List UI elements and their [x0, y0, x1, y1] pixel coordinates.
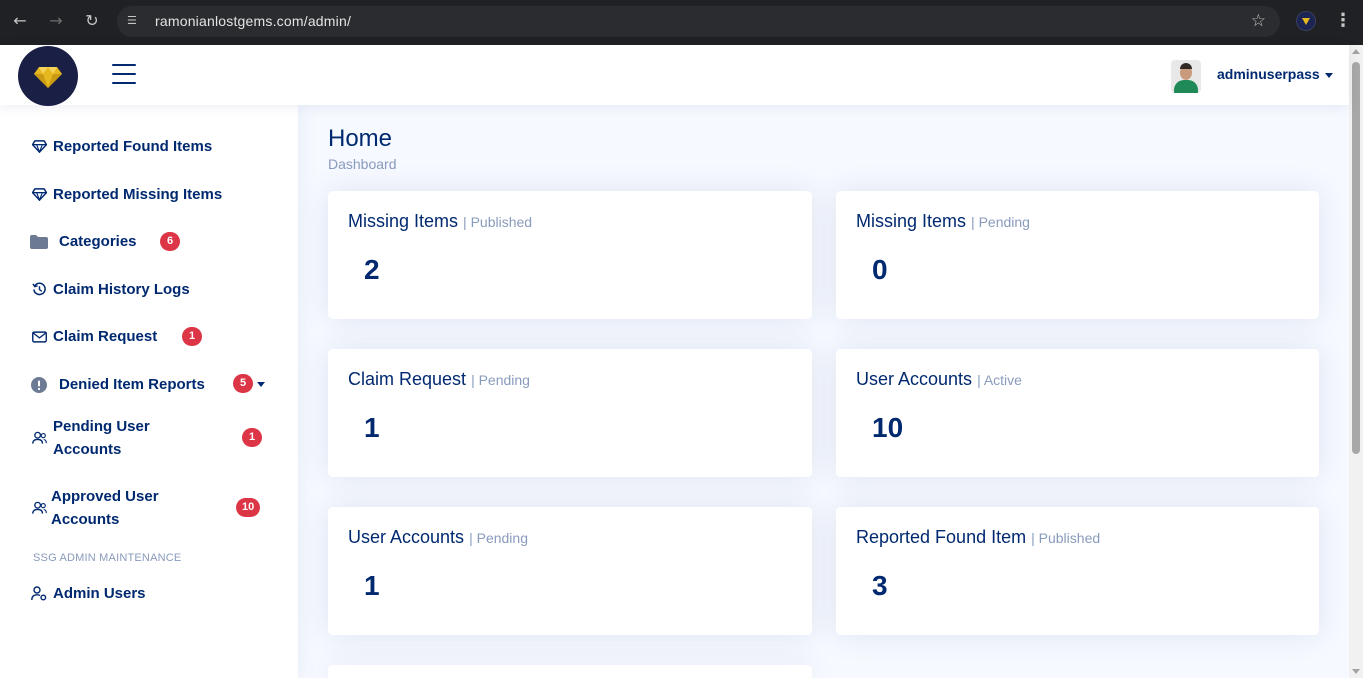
card-value: 0 — [872, 254, 888, 285]
claim-request-count-badge: 1 — [182, 327, 202, 346]
stat-card-accounts-pending[interactable]: User Accounts | Pending 1 — [328, 507, 812, 635]
card-title: Missing Items | Published — [348, 211, 532, 232]
address-bar[interactable]: ☰ ramonianlostgems.com/admin/ ☆ — [117, 6, 1280, 37]
sidebar-item-claim-request[interactable]: Claim Request — [30, 325, 157, 348]
card-title: Reported Found Item | Published — [856, 527, 1100, 548]
stat-card-claim-pending[interactable]: Claim Request | Pending 1 — [328, 349, 812, 477]
stat-card-missing-pending[interactable]: Missing Items | Pending 0 — [836, 191, 1319, 319]
card-title-text: Missing Items — [856, 211, 967, 231]
sidebar-item-claim-history-logs[interactable]: Claim History Logs — [30, 278, 190, 301]
scroll-down-icon[interactable] — [1352, 669, 1360, 674]
gem-icon — [30, 186, 48, 204]
person-gear-icon — [30, 585, 48, 603]
people-icon — [30, 429, 48, 447]
sidebar-item-label: Reported Missing Items — [53, 186, 223, 203]
browser-menu-icon[interactable]: ⋮ — [1334, 10, 1352, 32]
sidebar-item-approved-user-accounts[interactable]: Approved User Accounts — [30, 485, 191, 531]
card-subtitle: | Published — [1031, 530, 1101, 546]
card-title: Claim Request | Pending — [348, 369, 530, 390]
sidebar-section-heading: SSG ADMIN MAINTENANCE — [33, 552, 182, 564]
sidebar: Reported Found Items Reported Missing It… — [0, 105, 298, 678]
sidebar-item-label: Pending User Accounts — [53, 418, 150, 458]
sidebar-item-label: Claim Request — [53, 328, 158, 345]
chevron-down-icon[interactable] — [257, 382, 265, 387]
site-settings-icon[interactable]: ☰ — [127, 14, 143, 29]
bookmark-star-icon[interactable]: ☆ — [1251, 11, 1266, 31]
card-title: User Accounts | Active — [856, 369, 1022, 390]
categories-count-badge: 6 — [160, 232, 180, 251]
avatar[interactable] — [1171, 60, 1201, 93]
people-icon — [30, 499, 48, 517]
card-subtitle: | Pending — [469, 530, 528, 546]
reload-icon[interactable]: ↻ — [81, 10, 103, 32]
sidebar-item-reported-found-items[interactable]: Reported Found Items — [30, 135, 212, 158]
stat-card-partial[interactable] — [328, 665, 812, 678]
sidebar-item-pending-user-accounts[interactable]: Pending User Accounts — [30, 415, 193, 461]
gem-icon — [30, 138, 48, 156]
stat-card-missing-published[interactable]: Missing Items | Published 2 — [328, 191, 812, 319]
folder-icon — [30, 233, 48, 251]
sidebar-item-label: Claim History Logs — [53, 281, 190, 298]
card-title-text: Reported Found Item — [856, 527, 1027, 547]
stat-card-accounts-active[interactable]: User Accounts | Active 10 — [836, 349, 1319, 477]
scroll-up-icon[interactable] — [1352, 49, 1360, 54]
card-title-text: User Accounts — [348, 527, 465, 547]
sidebar-item-categories[interactable]: Categories — [30, 230, 137, 253]
user-dropdown-caret-icon[interactable] — [1325, 73, 1333, 78]
sidebar-item-label: Reported Found Items — [53, 138, 213, 155]
page-title: Home — [328, 125, 393, 152]
url-text[interactable]: ramonianlostgems.com/admin/ — [155, 13, 351, 29]
card-value: 1 — [364, 570, 380, 601]
forward-icon[interactable]: → — [45, 10, 67, 32]
card-value: 1 — [364, 412, 380, 443]
card-subtitle: | Pending — [971, 214, 1030, 230]
extension-icon[interactable] — [1296, 11, 1316, 31]
history-icon — [30, 281, 48, 299]
logo[interactable] — [18, 46, 78, 106]
denied-reports-count-badge: 5 — [233, 374, 253, 393]
sidebar-item-label: Denied Item Reports — [59, 376, 205, 393]
scroll-thumb[interactable] — [1352, 62, 1360, 454]
sidebar-toggle-icon[interactable] — [112, 64, 136, 86]
stat-card-found-published[interactable]: Reported Found Item | Published 3 — [836, 507, 1319, 635]
pending-accounts-count-badge: 1 — [242, 428, 262, 447]
card-value: 2 — [364, 254, 380, 285]
card-title-text: User Accounts — [856, 369, 973, 389]
breadcrumb[interactable]: Dashboard — [328, 156, 397, 172]
card-title: User Accounts | Pending — [348, 527, 528, 548]
back-icon[interactable]: ← — [9, 10, 31, 32]
sidebar-item-label: Admin Users — [53, 585, 146, 602]
envelope-icon — [30, 328, 48, 346]
user-name[interactable]: adminuserpass — [1217, 66, 1320, 82]
card-title-text: Claim Request — [348, 369, 467, 389]
card-title: Missing Items | Pending — [856, 211, 1030, 232]
card-subtitle: | Active — [977, 372, 1022, 388]
card-title-text: Missing Items — [348, 211, 459, 231]
sidebar-item-denied-item-reports[interactable]: Denied Item Reports — [30, 373, 205, 396]
sidebar-item-label: Approved User Accounts — [51, 488, 159, 528]
gem-logo-icon — [34, 67, 62, 88]
approved-accounts-count-badge: 10 — [236, 498, 261, 517]
page-scrollbar[interactable] — [1349, 45, 1363, 678]
sidebar-item-admin-users[interactable]: Admin Users — [30, 582, 146, 605]
card-value: 3 — [872, 570, 888, 601]
sidebar-item-reported-missing-items[interactable]: Reported Missing Items — [30, 183, 222, 206]
card-subtitle: | Published — [463, 214, 533, 230]
app-header: adminuserpass — [0, 45, 1349, 106]
sidebar-item-label: Categories — [59, 233, 137, 250]
browser-toolbar: ← → ↻ ☰ ramonianlostgems.com/admin/ ☆ ⋮ — [0, 0, 1363, 45]
card-value: 10 — [872, 412, 904, 443]
card-subtitle: | Pending — [471, 372, 530, 388]
exclamation-circle-icon — [30, 376, 48, 394]
